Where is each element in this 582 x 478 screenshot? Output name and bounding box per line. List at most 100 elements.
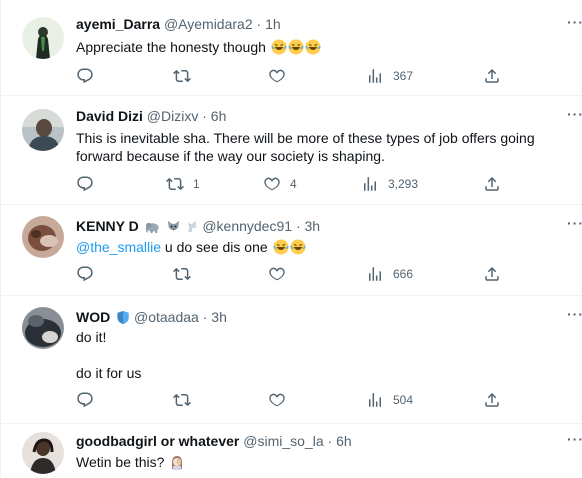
mention-link[interactable]: @the_smallie bbox=[76, 239, 161, 255]
reply-icon bbox=[77, 266, 93, 282]
share-icon bbox=[485, 266, 499, 281]
share-button[interactable] bbox=[483, 66, 501, 86]
tweet-text: Wetin be this? bbox=[76, 453, 566, 471]
views-button[interactable]: 666 bbox=[366, 264, 413, 284]
tweet-body: Appreciate the honesty though bbox=[76, 39, 266, 55]
tweet-actions: 367 bbox=[76, 66, 506, 86]
tweet-ayemi-darra[interactable]: ayemi_Darra @Ayemidara2 · 1h ··· Appreci… bbox=[1, 0, 582, 96]
view-count: 3,293 bbox=[388, 177, 419, 191]
reply-feed: ayemi_Darra @Ayemidara2 · 1h ··· Appreci… bbox=[0, 0, 582, 478]
like-button[interactable] bbox=[268, 66, 295, 86]
laughing-emoji-icon bbox=[305, 39, 321, 55]
views-button[interactable]: 367 bbox=[366, 66, 413, 86]
share-button[interactable] bbox=[483, 174, 501, 194]
view-count: 367 bbox=[393, 69, 414, 83]
like-button[interactable]: 4 bbox=[263, 174, 297, 194]
tweet-body-line: do it! bbox=[76, 329, 107, 345]
tweet-text: Appreciate the honesty though 😂😂😂 bbox=[76, 38, 566, 56]
tweet-actions: 504 bbox=[76, 390, 506, 410]
tweet-goodbadgirl[interactable]: goodbadgirl or whatever @simi_so_la · 6h… bbox=[1, 424, 582, 478]
retweet-button[interactable] bbox=[173, 66, 200, 86]
views-button[interactable]: 504 bbox=[366, 390, 413, 410]
display-name[interactable]: goodbadgirl or whatever bbox=[76, 433, 239, 449]
laughing-emoji-icon bbox=[288, 39, 304, 55]
tweet-text: @the_smallie u do see dis one bbox=[76, 238, 566, 256]
more-options-icon[interactable]: ··· bbox=[567, 431, 582, 447]
tweet-body: u do see dis one bbox=[161, 239, 268, 255]
display-name[interactable]: David Dizi bbox=[76, 108, 143, 124]
avatar[interactable] bbox=[22, 216, 64, 258]
retweet-button[interactable] bbox=[173, 390, 200, 410]
like-count: 4 bbox=[290, 177, 297, 191]
elephant-emoji-icon bbox=[145, 222, 159, 234]
views-button[interactable]: 3,293 bbox=[361, 174, 418, 194]
laughing-emoji-icon bbox=[271, 39, 287, 55]
heart-icon bbox=[269, 267, 285, 281]
reply-button[interactable] bbox=[76, 264, 103, 284]
timestamp[interactable]: 3h bbox=[211, 309, 227, 325]
like-button[interactable] bbox=[268, 390, 295, 410]
heart-icon bbox=[264, 177, 280, 191]
retweet-icon bbox=[173, 267, 191, 281]
user-handle[interactable]: @otaadaa bbox=[134, 309, 199, 325]
retweet-icon bbox=[173, 393, 191, 407]
retweet-button[interactable]: 1 bbox=[166, 174, 200, 194]
reply-button[interactable] bbox=[76, 174, 103, 194]
views-chart-icon bbox=[369, 393, 381, 407]
woman-facepalming-emoji-icon bbox=[172, 456, 183, 470]
tweet-header: ayemi_Darra @Ayemidara2 · 1h bbox=[76, 15, 281, 33]
user-handle[interactable]: @Dizixv bbox=[147, 108, 199, 124]
display-name[interactable]: ayemi_Darra bbox=[76, 16, 160, 32]
more-options-icon[interactable]: ··· bbox=[567, 14, 582, 30]
wolf-emoji-icon bbox=[167, 220, 179, 231]
heart-icon bbox=[269, 69, 285, 83]
view-count: 504 bbox=[393, 393, 414, 407]
display-name[interactable]: WOD bbox=[76, 309, 110, 325]
timestamp[interactable]: 6h bbox=[211, 108, 227, 124]
separator: · bbox=[256, 16, 262, 32]
tweet-text: do it! do it for us bbox=[76, 328, 566, 382]
timestamp[interactable]: 1h bbox=[265, 16, 281, 32]
timestamp[interactable]: 6h bbox=[336, 433, 352, 449]
reply-button[interactable] bbox=[76, 390, 103, 410]
views-chart-icon bbox=[369, 267, 381, 281]
views-chart-icon bbox=[364, 177, 376, 191]
separator: · bbox=[202, 309, 208, 325]
tweet-actions: 1 4 3,293 bbox=[76, 174, 506, 194]
timestamp[interactable]: 3h bbox=[305, 218, 321, 234]
separator: · bbox=[295, 218, 301, 234]
views-chart-icon bbox=[369, 69, 381, 83]
share-button[interactable] bbox=[483, 264, 501, 284]
separator: · bbox=[202, 108, 207, 124]
user-handle[interactable]: @Ayemidara2 bbox=[164, 16, 253, 32]
avatar[interactable] bbox=[22, 17, 64, 59]
more-options-icon[interactable]: ··· bbox=[567, 306, 582, 322]
avatar[interactable] bbox=[22, 307, 64, 349]
view-count: 666 bbox=[393, 267, 414, 281]
more-options-icon[interactable]: ··· bbox=[567, 106, 582, 122]
separator: · bbox=[327, 433, 333, 449]
user-handle[interactable]: @simi_so_la bbox=[243, 433, 323, 449]
laughing-emoji-icon bbox=[272, 239, 289, 255]
tweet-header: goodbadgirl or whatever @simi_so_la · 6h bbox=[76, 432, 352, 450]
tweet-actions: 666 bbox=[76, 264, 506, 284]
tweet-david-dizi[interactable]: David Dizi @Dizixv · 6h ··· This is inev… bbox=[1, 96, 582, 205]
reply-icon bbox=[77, 392, 93, 408]
share-icon bbox=[485, 68, 499, 83]
retweet-button[interactable] bbox=[173, 264, 200, 284]
tweet-header: KENNY D @kennydec91 · 3h bbox=[76, 217, 320, 235]
share-button[interactable] bbox=[483, 390, 501, 410]
retweet-count: 1 bbox=[193, 177, 200, 191]
reply-icon bbox=[77, 68, 93, 84]
tweet-body-line: forward because if the way our society i… bbox=[76, 148, 385, 164]
tweet-wod[interactable]: WOD @otaadaa · 3h ··· do it! do it for u… bbox=[1, 296, 582, 424]
display-name[interactable]: KENNY D bbox=[76, 218, 139, 234]
like-button[interactable] bbox=[268, 264, 295, 284]
avatar[interactable] bbox=[22, 109, 64, 151]
avatar[interactable] bbox=[22, 432, 64, 474]
user-handle[interactable]: @kennydec91 bbox=[202, 218, 292, 234]
tweet-header: David Dizi @Dizixv · 6h bbox=[76, 107, 226, 125]
more-options-icon[interactable]: ··· bbox=[567, 215, 582, 231]
tweet-kenny-d[interactable]: KENNY D @kennydec91 · 3h ··· @the_smalli… bbox=[1, 205, 582, 296]
reply-button[interactable] bbox=[76, 66, 103, 86]
